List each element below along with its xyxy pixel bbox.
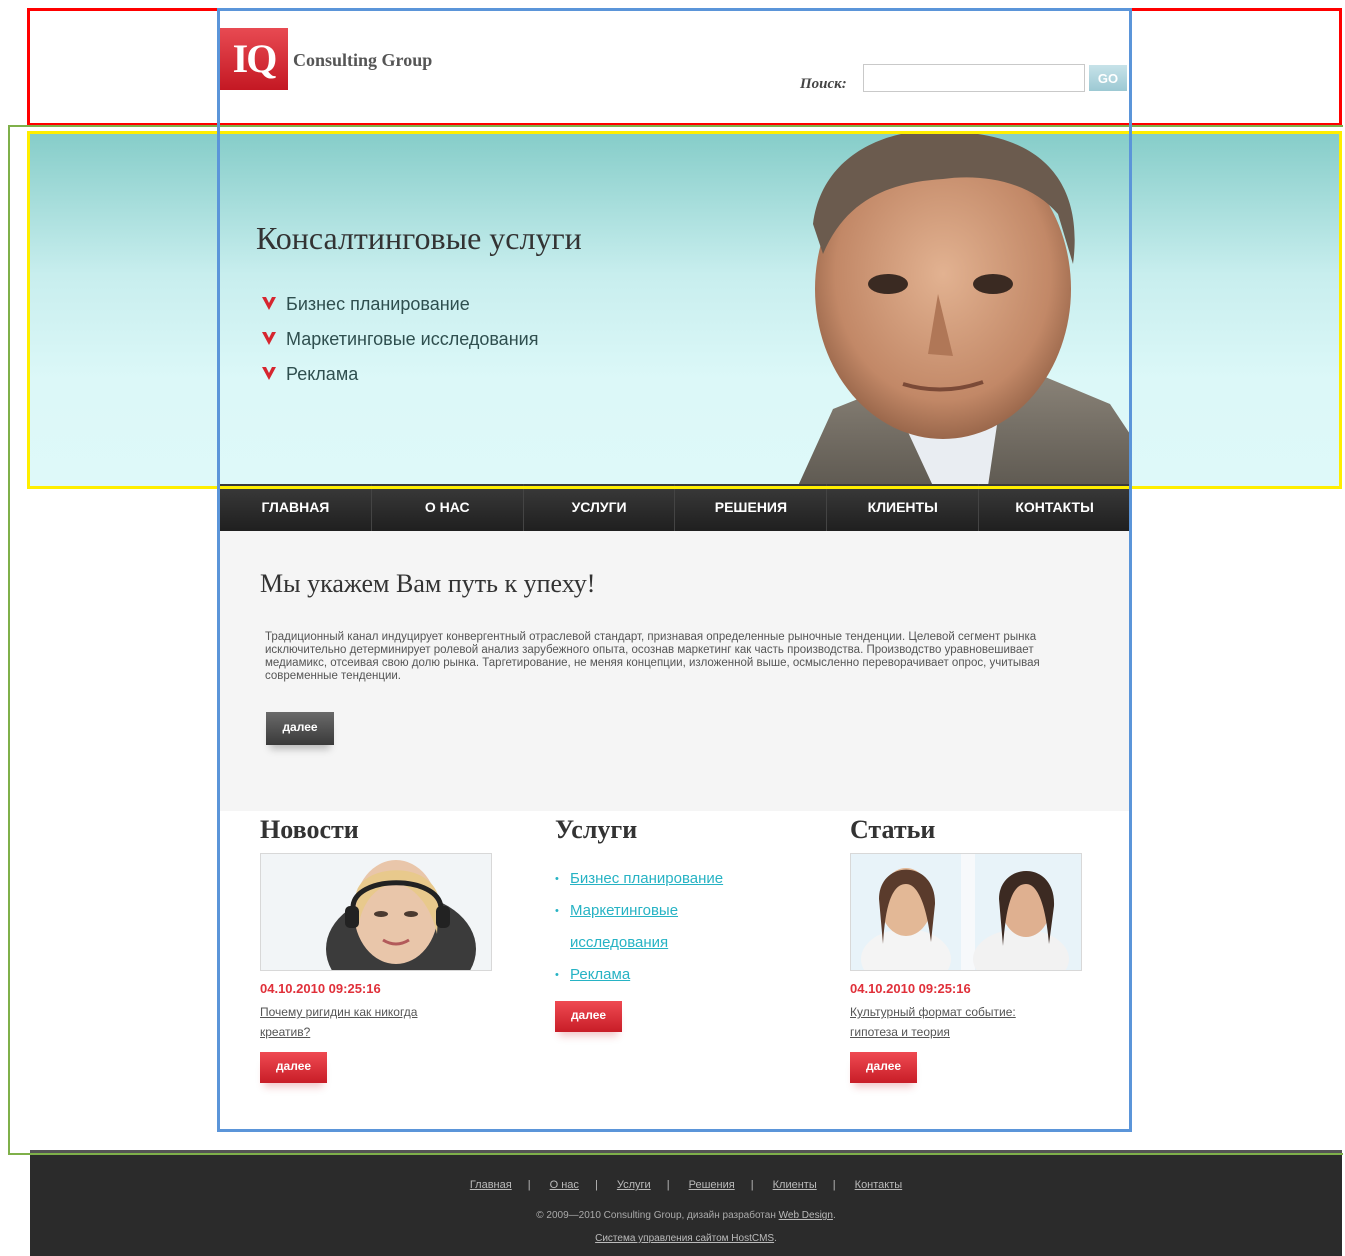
services-title: Услуги [555, 815, 638, 844]
footer-copyright: © 2009—2010 Consulting Group, дизайн раз… [536, 1210, 836, 1221]
intro-section: Мы укажем Вам путь к упеху! Традиционный… [220, 531, 1130, 811]
hero-list-item: Бизнес планирование [260, 286, 538, 321]
nav-item-about[interactable]: О НАС [372, 484, 524, 531]
footer: Главная | О нас | Услуги | Решения | Клиенты… [30, 1150, 1342, 1256]
articles-more-button[interactable]: далее [850, 1052, 917, 1083]
footer-link-about[interactable]: О нас [550, 1179, 579, 1191]
hero-list-label: Маркетинговые исследования [286, 328, 539, 349]
services-link-marketing[interactable]: Маркетинговые исследования [555, 895, 705, 959]
services-link-ads[interactable]: Реклама [555, 959, 815, 991]
page: IQ Consulting Group Поиск: GO Консалтинг… [0, 0, 1345, 1256]
articles-link[interactable]: Культурный формат событие: гипотеза и те… [850, 1002, 1060, 1042]
hero-list-label: Бизнес планирование [286, 293, 470, 314]
services-link-business[interactable]: Бизнес планирование [555, 863, 815, 895]
hero-list: Бизнес планирование Маркетинговые исслед… [260, 286, 538, 391]
hero-list-item: Реклама [260, 356, 538, 391]
articles-column: Статьи 04.10.2010 09:25:16 Культурный фо… [850, 815, 1110, 1083]
footer-link-clients[interactable]: Клиенты [773, 1179, 817, 1191]
articles-title: Статьи [850, 815, 936, 844]
nav-item-solutions[interactable]: РЕШЕНИЯ [675, 484, 828, 531]
news-column: Новости 04.10.2010 09:25:16 Почему ригид… [260, 815, 520, 1083]
footer-design-link[interactable]: Web Design [779, 1210, 833, 1221]
woman-headset-image [261, 854, 491, 970]
red-chevron-icon [262, 296, 276, 310]
articles-image[interactable] [850, 853, 1082, 971]
search-label: Поиск: [800, 76, 847, 92]
two-women-image [851, 854, 1081, 970]
logo-mark[interactable]: IQ [220, 28, 288, 90]
services-list: Бизнес планирование Маркетинговые исслед… [555, 863, 815, 991]
news-link[interactable]: Почему ригидин как никогда креатив? [260, 1002, 470, 1042]
hero-list-item: Маркетинговые исследования [260, 321, 538, 356]
hero-content: Консалтинговые услуги Бизнес планировани… [220, 134, 1130, 486]
footer-link-services[interactable]: Услуги [617, 1179, 651, 1191]
nav-item-services[interactable]: УСЛУГИ [524, 484, 676, 531]
footer-link-home[interactable]: Главная [470, 1179, 512, 1191]
footer-link-contacts[interactable]: Контакты [855, 1179, 903, 1191]
services-more-button[interactable]: далее [555, 1001, 622, 1032]
nav-item-home[interactable]: ГЛАВНАЯ [220, 484, 372, 531]
news-date: 04.10.2010 09:25:16 [260, 981, 381, 996]
intro-title: Мы укажем Вам путь к упеху! [260, 569, 596, 598]
intro-more-button[interactable]: далее [266, 712, 334, 745]
footer-link-solutions[interactable]: Решения [689, 1179, 735, 1191]
main-nav: ГЛАВНАЯ О НАС УСЛУГИ РЕШЕНИЯ КЛИЕНТЫ КОН… [220, 484, 1130, 531]
news-more-button[interactable]: далее [260, 1052, 327, 1083]
footer-links: Главная | О нас | Услуги | Решения | Клиенты… [469, 1179, 903, 1191]
intro-text: Традиционный канал индуцирует конвергент… [265, 631, 1040, 682]
hero-list-label: Реклама [286, 363, 359, 384]
articles-date: 04.10.2010 09:25:16 [850, 981, 971, 996]
header: IQ Consulting Group Поиск: GO [220, 12, 1130, 124]
portrait-image [798, 134, 1130, 486]
red-chevron-icon [262, 331, 276, 345]
footer-cms-link[interactable]: Система управления сайтом HostCMS [595, 1233, 774, 1244]
red-chevron-icon [262, 366, 276, 380]
logo-text[interactable]: Consulting Group [293, 50, 432, 71]
hero-banner: Консалтинговые услуги Бизнес планировани… [30, 134, 1340, 486]
footer-copyright-text: © 2009—2010 Consulting Group, дизайн раз… [536, 1210, 776, 1221]
footer-cms: Система управления сайтом HostCMS. [595, 1233, 777, 1244]
nav-item-clients[interactable]: КЛИЕНТЫ [827, 484, 980, 531]
news-title: Новости [260, 815, 359, 844]
nav-item-contacts[interactable]: КОНТАКТЫ [979, 484, 1130, 531]
search-go-button[interactable]: GO [1089, 65, 1127, 91]
hero-title: Консалтинговые услуги [256, 220, 582, 256]
news-image[interactable] [260, 853, 492, 971]
services-column: Услуги Бизнес планирование Маркетинговые… [555, 815, 815, 1032]
search-input[interactable] [863, 64, 1085, 92]
